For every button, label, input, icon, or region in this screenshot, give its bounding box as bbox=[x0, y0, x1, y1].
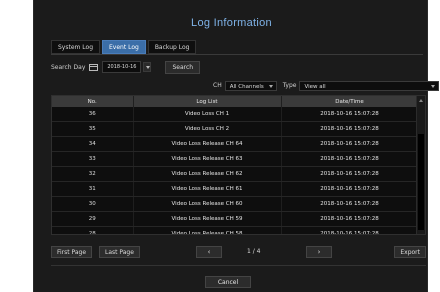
page-indicator: 1 / 4 bbox=[247, 248, 261, 255]
ch-label: CH bbox=[213, 82, 222, 89]
cell-no: 30 bbox=[52, 196, 134, 212]
dialog-title: Log Information bbox=[191, 17, 272, 29]
cell-no: 28 bbox=[52, 226, 134, 234]
cell-datetime: 2018-10-16 15:07:28 bbox=[281, 211, 419, 227]
cell-datetime: 2018-10-16 15:07:28 bbox=[281, 107, 419, 122]
type-label: Type bbox=[282, 82, 297, 89]
scroll-up-icon[interactable] bbox=[419, 99, 423, 102]
cell-no: 35 bbox=[52, 121, 134, 137]
channel-select-value: All Channels bbox=[229, 83, 264, 90]
tab-event-log[interactable]: Event Log bbox=[102, 40, 146, 54]
cell-datetime: 2018-10-16 15:07:28 bbox=[281, 136, 419, 152]
table-row[interactable]: 36 Video Loss CH 1 2018-10-16 15:07:28 bbox=[52, 107, 419, 122]
log-information-dialog: Log Information System Log Event Log Bac… bbox=[33, 0, 440, 292]
cell-log: Video Loss Release CH 61 bbox=[133, 181, 282, 197]
table-row[interactable]: 32 Video Loss Release CH 62 2018-10-16 15:… bbox=[52, 166, 419, 182]
footer-divider bbox=[51, 265, 426, 266]
table-row[interactable]: 28 Video Loss Release CH 58 2018-10-16 15:… bbox=[52, 226, 419, 234]
table-row[interactable]: 31 Video Loss Release CH 61 2018-10-16 15:… bbox=[52, 181, 419, 197]
cancel-button[interactable]: Cancel bbox=[205, 276, 251, 288]
table-header-row: No. Log List Date/Time bbox=[52, 96, 419, 107]
column-header-no: No. bbox=[52, 96, 134, 107]
date-dropdown-icon[interactable] bbox=[143, 62, 152, 72]
event-log-table: No. Log List Date/Time 36 Video Loss CH 1… bbox=[51, 95, 426, 235]
chevron-right-icon[interactable]: › bbox=[306, 246, 332, 258]
export-button[interactable]: Export bbox=[394, 246, 426, 258]
cell-log: Video Loss Release CH 59 bbox=[133, 211, 282, 227]
channel-select[interactable]: All Channels bbox=[224, 80, 277, 91]
cell-datetime: 2018-10-16 15:07:28 bbox=[281, 151, 419, 167]
chevron-down-icon bbox=[268, 84, 273, 88]
table-row[interactable]: 34 Video Loss Release CH 64 2018-10-16 15:… bbox=[52, 136, 419, 152]
scroll-thumb[interactable] bbox=[418, 134, 424, 230]
cell-no: 34 bbox=[52, 136, 134, 152]
search-button[interactable]: Search bbox=[165, 60, 201, 74]
cell-log: Video Loss CH 1 bbox=[133, 107, 282, 122]
table-scrollbar[interactable] bbox=[416, 96, 425, 234]
calendar-icon[interactable] bbox=[89, 63, 99, 71]
type-select[interactable]: View all bbox=[299, 80, 440, 91]
column-header-log-list: Log List bbox=[133, 96, 282, 107]
cell-datetime: 2018-10-16 15:07:28 bbox=[281, 196, 419, 212]
cell-datetime: 2018-10-16 15:07:28 bbox=[281, 121, 419, 137]
log-tabs: System Log Event Log Backup Log bbox=[51, 40, 197, 54]
search-date-field[interactable]: 2018-10-16 bbox=[102, 61, 142, 73]
last-page-button[interactable]: Last Page bbox=[99, 246, 140, 258]
cell-no: 36 bbox=[52, 107, 134, 122]
tab-system-log[interactable]: System Log bbox=[51, 40, 100, 54]
cell-log: Video Loss Release CH 60 bbox=[133, 196, 282, 212]
type-select-value: View all bbox=[304, 83, 326, 90]
cell-log: Video Loss Release CH 62 bbox=[133, 166, 282, 182]
column-header-date-time: Date/Time bbox=[281, 96, 419, 107]
chevron-left-icon[interactable]: ‹ bbox=[196, 246, 222, 258]
cell-no: 33 bbox=[52, 151, 134, 167]
tab-divider bbox=[51, 54, 423, 55]
cell-datetime: 2018-10-16 15:07:28 bbox=[281, 181, 419, 197]
search-day-label: Search Day bbox=[51, 63, 86, 71]
cell-datetime: 2018-10-16 15:07:28 bbox=[281, 166, 419, 182]
pagination-bar: First Page Last Page ‹ 1 / 4 › Export bbox=[51, 246, 426, 258]
table-row[interactable]: 35 Video Loss CH 2 2018-10-16 15:07:28 bbox=[52, 121, 419, 137]
search-row: Search Day 2018-10-16 Search bbox=[51, 60, 201, 74]
cell-no: 31 bbox=[52, 181, 134, 197]
first-page-button[interactable]: First Page bbox=[51, 246, 93, 258]
cell-log: Video Loss Release CH 63 bbox=[133, 151, 282, 167]
cell-log: Video Loss CH 2 bbox=[133, 121, 282, 137]
cell-no: 29 bbox=[52, 211, 134, 227]
cell-datetime: 2018-10-16 15:07:28 bbox=[281, 226, 419, 234]
cell-log: Video Loss Release CH 58 bbox=[133, 226, 282, 234]
tab-backup-log[interactable]: Backup Log bbox=[147, 40, 197, 54]
table-row[interactable]: 30 Video Loss Release CH 60 2018-10-16 15:… bbox=[52, 196, 419, 212]
chevron-down-icon bbox=[431, 84, 436, 88]
table-row[interactable]: 33 Video Loss Release CH 63 2018-10-16 15:… bbox=[52, 151, 419, 167]
cell-no: 32 bbox=[52, 166, 134, 182]
cell-log: Video Loss Release CH 64 bbox=[133, 136, 282, 152]
filter-row: CH All Channels Type View all bbox=[210, 80, 440, 91]
table-row[interactable]: 29 Video Loss Release CH 59 2018-10-16 15:… bbox=[52, 211, 419, 227]
